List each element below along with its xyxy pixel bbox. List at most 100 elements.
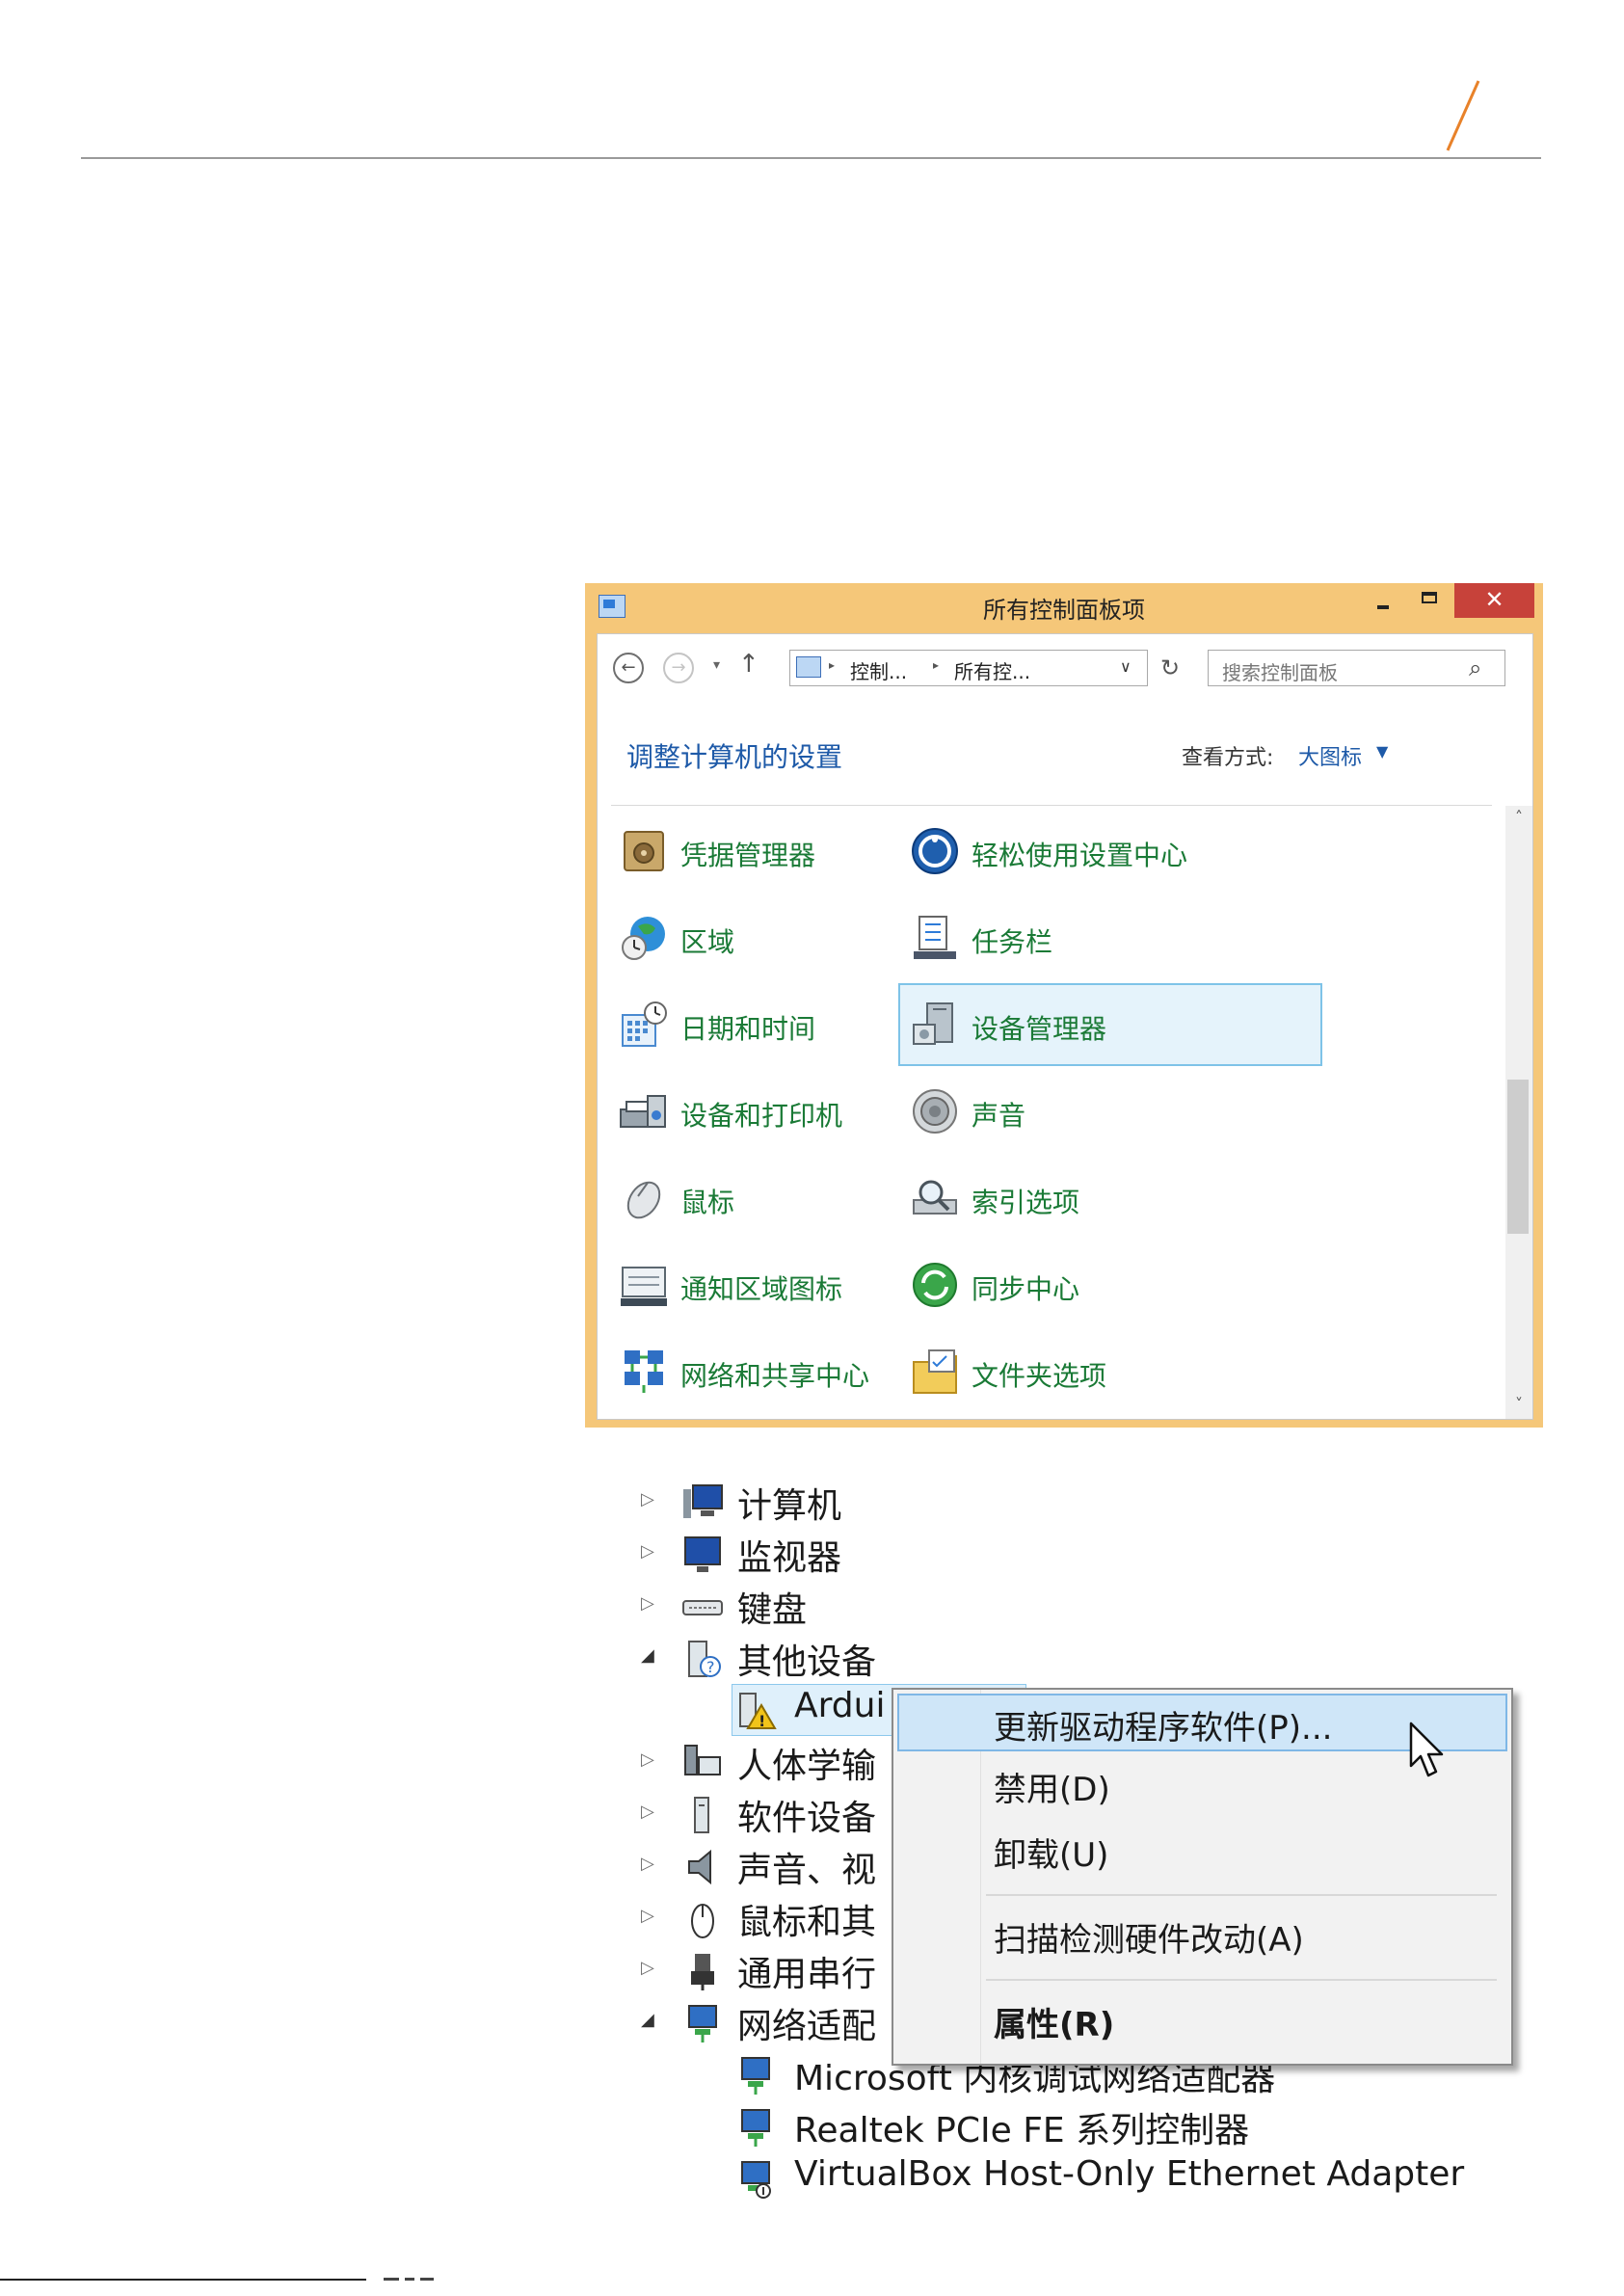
maximize-button[interactable] (1409, 587, 1448, 618)
tree-node-label: 人体学输 (737, 1747, 877, 1786)
cp-item-label: 日期和时间 (680, 1013, 816, 1045)
control-panel-small-icon (796, 656, 821, 678)
tree-node-realtek-adapter[interactable]: Realtek PCIe FE 系列控制器 (585, 2100, 1543, 2152)
control-panel-window: 所有控制面板项 ✕ ← → ▾ ↑ ▸ 控制... ▸ 所有控... ∨ ↻ 搜… (585, 583, 1543, 1428)
cp-item-sound[interactable]: 声音 (898, 1070, 1322, 1153)
tree-node-other-devices[interactable]: ◢ ? 其他设备 (585, 1632, 1543, 1684)
tree-node-label: VirtualBox Host-Only Ethernet Adapter (794, 2154, 1465, 2194)
footer-rule (0, 2279, 366, 2281)
computer-icon (683, 1484, 723, 1518)
cp-item-label: 通知区域图标 (680, 1273, 843, 1305)
cp-item-device-manager[interactable]: 设备管理器 (898, 983, 1322, 1066)
cp-item-label: 区域 (680, 926, 735, 958)
close-button[interactable]: ✕ (1454, 583, 1534, 618)
view-by-selector[interactable]: 大图标 (1298, 740, 1362, 771)
refresh-button[interactable]: ↻ (1151, 650, 1189, 686)
view-by-label: 查看方式: (1182, 746, 1274, 770)
search-icon[interactable]: ⌕ (1469, 654, 1481, 681)
tree-node-label: Realtek PCIe FE 系列控制器 (794, 2111, 1250, 2150)
menu-item-label: 禁用(D) (994, 1771, 1110, 1809)
tree-node-label: 其他设备 (737, 1642, 877, 1682)
taskbar-icon (914, 916, 956, 959)
title-bar[interactable]: 所有控制面板项 ✕ (585, 583, 1543, 631)
close-icon: ✕ (1484, 586, 1504, 613)
mouse-device-icon (691, 1904, 714, 1938)
view-by-dropdown-icon[interactable]: ▼ (1376, 742, 1388, 761)
cp-item-label: 索引选项 (972, 1187, 1080, 1218)
cp-item-label: 设备和打印机 (680, 1100, 843, 1132)
tree-node-label: 鼠标和其 (737, 1903, 877, 1942)
indexing-icon (913, 1180, 957, 1215)
back-arrow-icon: ← (621, 657, 636, 678)
svg-text:?: ? (706, 1658, 715, 1676)
scroll-down-icon[interactable]: ˅ (1505, 1395, 1532, 1413)
footer-mark (384, 2278, 434, 2281)
expand-arrow-icon[interactable]: ▷ (641, 1802, 654, 1822)
speaker-icon (688, 1849, 711, 1885)
network-adapter-icon (741, 2109, 770, 2147)
expand-arrow-icon[interactable]: ▷ (641, 1958, 654, 1978)
menu-item-label: 属性(R) (994, 2006, 1115, 2044)
tree-node-label: 监视器 (737, 1538, 842, 1578)
cp-item-label: 网络和共享中心 (680, 1360, 870, 1392)
monitor-icon (684, 1536, 721, 1572)
forward-button[interactable]: → (663, 653, 694, 683)
cp-item-folder-options[interactable]: 文件夹选项 (898, 1330, 1322, 1413)
cp-item-ease-of-access[interactable]: 轻松使用设置中心 (898, 810, 1322, 893)
menu-item-label: 卸载(U) (994, 1836, 1109, 1875)
collapse-arrow-icon[interactable]: ◢ (641, 1645, 654, 1666)
address-dropdown-icon[interactable]: ∨ (1120, 657, 1131, 676)
tree-node-keyboards[interactable]: ▷ 键盘 (585, 1580, 1543, 1632)
up-level-button[interactable]: ↑ (738, 650, 759, 679)
tree-node-label: 软件设备 (737, 1799, 877, 1838)
collapse-arrow-icon[interactable]: ◢ (641, 2010, 654, 2030)
unknown-device-icon: ? (688, 1641, 721, 1677)
tree-node-computer[interactable]: ▷ 计算机 (585, 1476, 1543, 1528)
menu-item-label: 扫描检测硬件改动(A) (994, 1921, 1304, 1960)
tree-node-label: 计算机 (737, 1486, 842, 1526)
breadcrumb-separator-icon[interactable]: ▸ (933, 658, 939, 672)
vertical-scrollbar[interactable]: ˄ ˅ (1505, 806, 1532, 1419)
expand-arrow-icon[interactable]: ▷ (641, 1906, 654, 1926)
breadcrumb-separator-icon[interactable]: ▸ (829, 658, 835, 672)
expand-arrow-icon[interactable]: ▷ (641, 1749, 654, 1770)
svg-text:!: ! (759, 1712, 765, 1730)
recent-locations-dropdown[interactable]: ▾ (713, 657, 720, 673)
cp-item-label: 文件夹选项 (972, 1360, 1107, 1392)
tree-node-label: Ardui (794, 1686, 886, 1725)
expand-arrow-icon[interactable]: ▷ (641, 1489, 654, 1509)
menu-item-properties[interactable]: 属性(R) (897, 1990, 1507, 2048)
back-button[interactable]: ← (613, 653, 644, 683)
scroll-thumb[interactable] (1507, 1080, 1529, 1234)
network-adapter-icon (688, 2005, 717, 2042)
breadcrumb-all-items[interactable]: 所有控... (954, 656, 1030, 684)
warning-device-icon: ! (739, 1693, 777, 1730)
menu-item-label: 更新驱动程序软件(P)... (994, 1709, 1333, 1748)
tree-node-monitors[interactable]: ▷ 监视器 (585, 1528, 1543, 1580)
expand-arrow-icon[interactable]: ▷ (641, 1541, 654, 1562)
address-bar[interactable]: ▸ 控制... ▸ 所有控... ∨ (789, 650, 1148, 686)
scroll-up-icon[interactable]: ˄ (1505, 808, 1532, 826)
expand-arrow-icon[interactable]: ▷ (641, 1854, 654, 1874)
mouse-icon (626, 1181, 661, 1219)
minimize-button[interactable] (1364, 589, 1402, 620)
date-time-icon (622, 1001, 667, 1047)
cp-item-label: 鼠标 (680, 1187, 735, 1218)
mouse-pointer-icon (1409, 1722, 1444, 1777)
network-sharing-icon (625, 1350, 663, 1393)
cp-item-taskbar[interactable]: 任务栏 (898, 896, 1322, 979)
page-heading: 调整计算机的设置 (626, 741, 843, 773)
cp-item-sync-center[interactable]: 同步中心 (898, 1243, 1322, 1326)
menu-separator (986, 1894, 1497, 1896)
cp-item-indexing-options[interactable]: 索引选项 (898, 1157, 1322, 1240)
menu-item-scan-hardware[interactable]: 扫描检测硬件改动(A) (897, 1906, 1507, 1963)
search-input[interactable]: 搜索控制面板 ⌕ (1208, 650, 1505, 686)
expand-arrow-icon[interactable]: ▷ (641, 1593, 654, 1614)
sound-icon (913, 1089, 957, 1134)
region-icon (622, 917, 665, 960)
sync-center-icon (913, 1263, 957, 1307)
menu-item-uninstall[interactable]: 卸载(U) (897, 1821, 1507, 1879)
breadcrumb-control-panel[interactable]: 控制... (850, 656, 907, 684)
cp-item-label: 声音 (972, 1100, 1026, 1132)
tree-node-virtualbox-adapter[interactable]: VirtualBox Host-Only Ethernet Adapter (585, 2152, 1543, 2204)
